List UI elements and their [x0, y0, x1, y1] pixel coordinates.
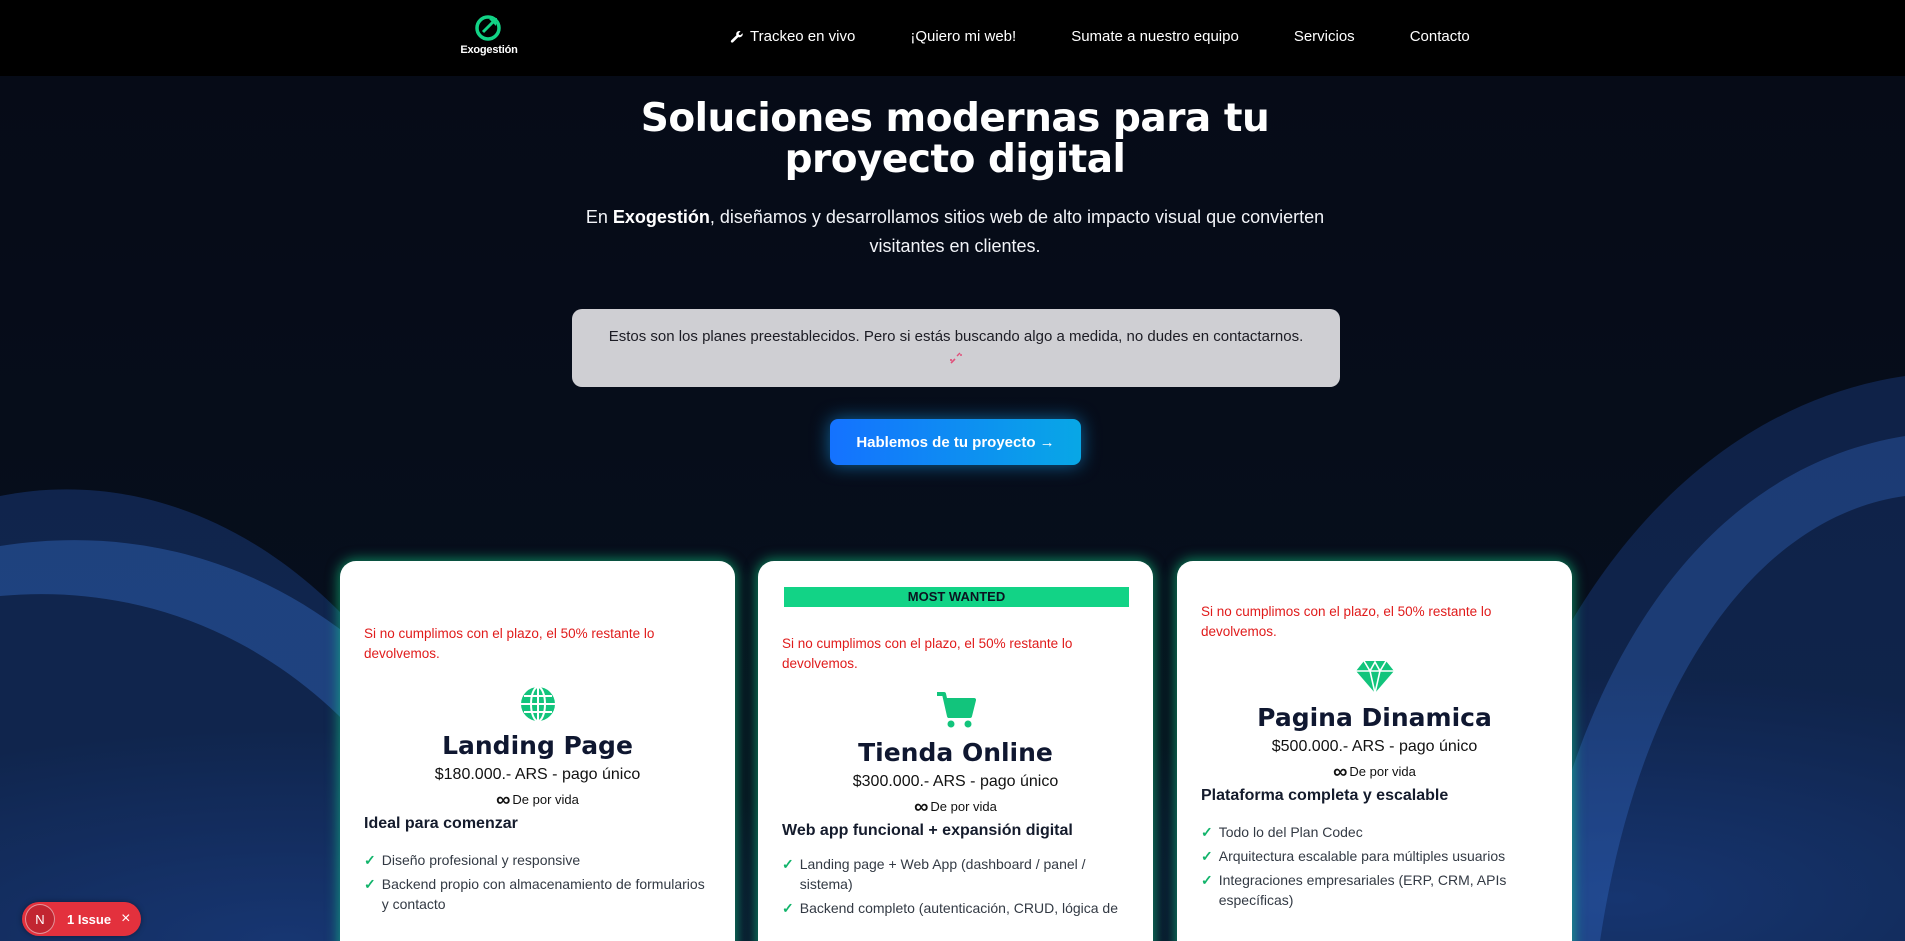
feature-text: Backend propio con almacenamiento de for…	[381, 876, 705, 912]
feature-text: Integraciones empresariales (ERP, CRM, A…	[1218, 872, 1507, 908]
nav-item-label: Sumate a nuestro equipo	[1071, 28, 1239, 45]
list-item: ✓ Integraciones empresariales (ERP, CRM, …	[1201, 870, 1548, 910]
nav-item-servicios[interactable]: Servicios	[1294, 28, 1355, 45]
plan-subtitle: Ideal para comenzar	[364, 815, 518, 832]
contact-cta-button[interactable]: Hablemos de tu proyecto →	[830, 419, 1081, 465]
list-item: ✓ Backend completo (autenticación, CRUD, …	[782, 898, 1129, 918]
navbar: Exogestión Trackeo en vivo ¡Quiero mi we…	[0, 0, 1905, 76]
page-title: Soluciones modernas para tu proyecto dig…	[640, 96, 1270, 182]
plan-title: Tienda Online	[858, 738, 1053, 767]
plan-icon-wrap	[1201, 659, 1548, 695]
main-nav: Trackeo en vivo ¡Quiero mi web! Sumate a…	[730, 28, 1470, 45]
shopping-cart-icon	[936, 692, 976, 728]
list-item: ✓ Backend propio con almacenamiento de fo…	[364, 874, 711, 914]
feature-text: Landing page + Web App (dashboard / pane…	[799, 856, 1086, 892]
check-icon: ✓	[1201, 848, 1213, 864]
list-item: ✓ Landing page + Web App (dashboard / pan…	[782, 854, 1129, 894]
dev-issues-badge[interactable]: N 1 Issue ×	[22, 902, 141, 936]
plans-notice: Estos son los planes preestablecidos. Pe…	[572, 309, 1340, 387]
nav-item-label: Contacto	[1409, 28, 1470, 45]
plan-features: ✓ Todo lo del Plan Codec ✓ Arquitectura es…	[1201, 822, 1548, 910]
plan-guarantee: Si no cumplimos con el plazo, el 50% res…	[364, 626, 655, 661]
close-icon[interactable]: ×	[121, 910, 130, 928]
nav-item-label: ¡Quiero mi web!	[910, 28, 1017, 45]
plan-features: ✓ Landing page + Web App (dashboard / pan…	[782, 854, 1129, 918]
nav-item-sumate[interactable]: Sumate a nuestro equipo	[1071, 28, 1239, 45]
hero-subtitle: En Exogestión, diseñamos y desarrollamos…	[570, 203, 1340, 261]
plan-price: $180.000.- ARS - pago único	[434, 766, 641, 783]
list-item: ✓ Todo lo del Plan Codec	[1201, 822, 1548, 842]
plan-guarantee: Si no cumplimos con el plazo, el 50% res…	[1201, 604, 1492, 639]
hero-subtitle-brand: Exogestión	[612, 207, 710, 227]
most-wanted-badge: MOST WANTED	[784, 587, 1129, 607]
nav-item-quiero-mi-web[interactable]: ¡Quiero mi web!	[910, 28, 1016, 45]
plan-price: $500.000.- ARS - pago único	[1271, 738, 1478, 755]
check-icon: ✓	[364, 876, 376, 892]
plan-lifetime: ∞ De por vida	[1201, 760, 1548, 783]
plan-card-tienda: MOST WANTED Si no cumplimos con el plazo…	[758, 561, 1153, 941]
plan-lifetime-label: De por vida	[512, 792, 579, 807]
feature-text: Todo lo del Plan Codec	[1218, 824, 1363, 840]
infinity-icon: ∞	[1333, 760, 1348, 783]
plan-title: Landing Page	[442, 731, 633, 760]
plan-price: $300.000.- ARS - pago único	[852, 773, 1059, 790]
nav-item-trackeo[interactable]: Trackeo en vivo	[730, 28, 855, 45]
hero-subtitle-pre: En	[585, 207, 613, 227]
plan-card-landing: Si no cumplimos con el plazo, el 50% res…	[340, 561, 735, 941]
infinity-icon: ∞	[914, 795, 929, 818]
issues-count-label: 1 Issue	[67, 911, 112, 927]
plan-subtitle: Plataforma completa y escalable	[1201, 787, 1449, 804]
plan-lifetime: ∞ De por vida	[364, 788, 711, 811]
brand-logo[interactable]: Exogestión	[456, 13, 522, 59]
feature-text: Diseño profesional y responsive	[381, 852, 581, 868]
plan-title: Pagina Dinamica	[1257, 703, 1492, 732]
feature-text: Backend completo (autenticación, CRUD, l…	[799, 900, 1119, 916]
nav-item-label: Trackeo en vivo	[750, 28, 856, 45]
sparkle-icon	[950, 352, 962, 364]
check-icon: ✓	[1201, 872, 1213, 888]
plan-lifetime-label: De por vida	[1349, 764, 1416, 779]
diamond-icon	[1355, 660, 1394, 694]
plan-icon-wrap	[364, 685, 711, 723]
plan-icon-wrap	[782, 690, 1129, 730]
globe-icon	[520, 686, 555, 722]
nav-item-label: Servicios	[1293, 28, 1355, 45]
list-item: ✓ Arquitectura escalable para múltiples u…	[1201, 846, 1548, 866]
infinity-icon: ∞	[496, 788, 511, 811]
nav-item-contacto[interactable]: Contacto	[1410, 28, 1470, 45]
check-icon: ✓	[782, 900, 794, 916]
plan-lifetime: ∞ De por vida	[782, 795, 1129, 818]
plan-features: ✓ Diseño profesional y responsive ✓ Backen…	[364, 850, 711, 914]
brand-name: Exogestión	[460, 44, 518, 56]
nextjs-logo-icon: N	[25, 904, 55, 934]
check-icon: ✓	[364, 852, 376, 868]
plan-card-dinamica: Si no cumplimos con el plazo, el 50% res…	[1177, 561, 1572, 941]
feature-text: Arquitectura escalable para múltiples us…	[1218, 848, 1506, 864]
check-icon: ✓	[1201, 824, 1213, 840]
wrench-icon	[730, 30, 743, 43]
check-icon: ✓	[782, 856, 794, 872]
plan-lifetime-label: De por vida	[930, 799, 997, 814]
logo-icon	[475, 15, 501, 41]
notice-text: Estos son los planes preestablecidos. Pe…	[608, 328, 1304, 345]
hero-subtitle-post: , diseñamos y desarrollamos sitios web d…	[709, 207, 1325, 256]
list-item: ✓ Diseño profesional y responsive	[364, 850, 711, 870]
plan-guarantee: Si no cumplimos con el plazo, el 50% res…	[782, 636, 1073, 671]
plan-subtitle: Web app funcional + expansión digital	[782, 822, 1073, 839]
